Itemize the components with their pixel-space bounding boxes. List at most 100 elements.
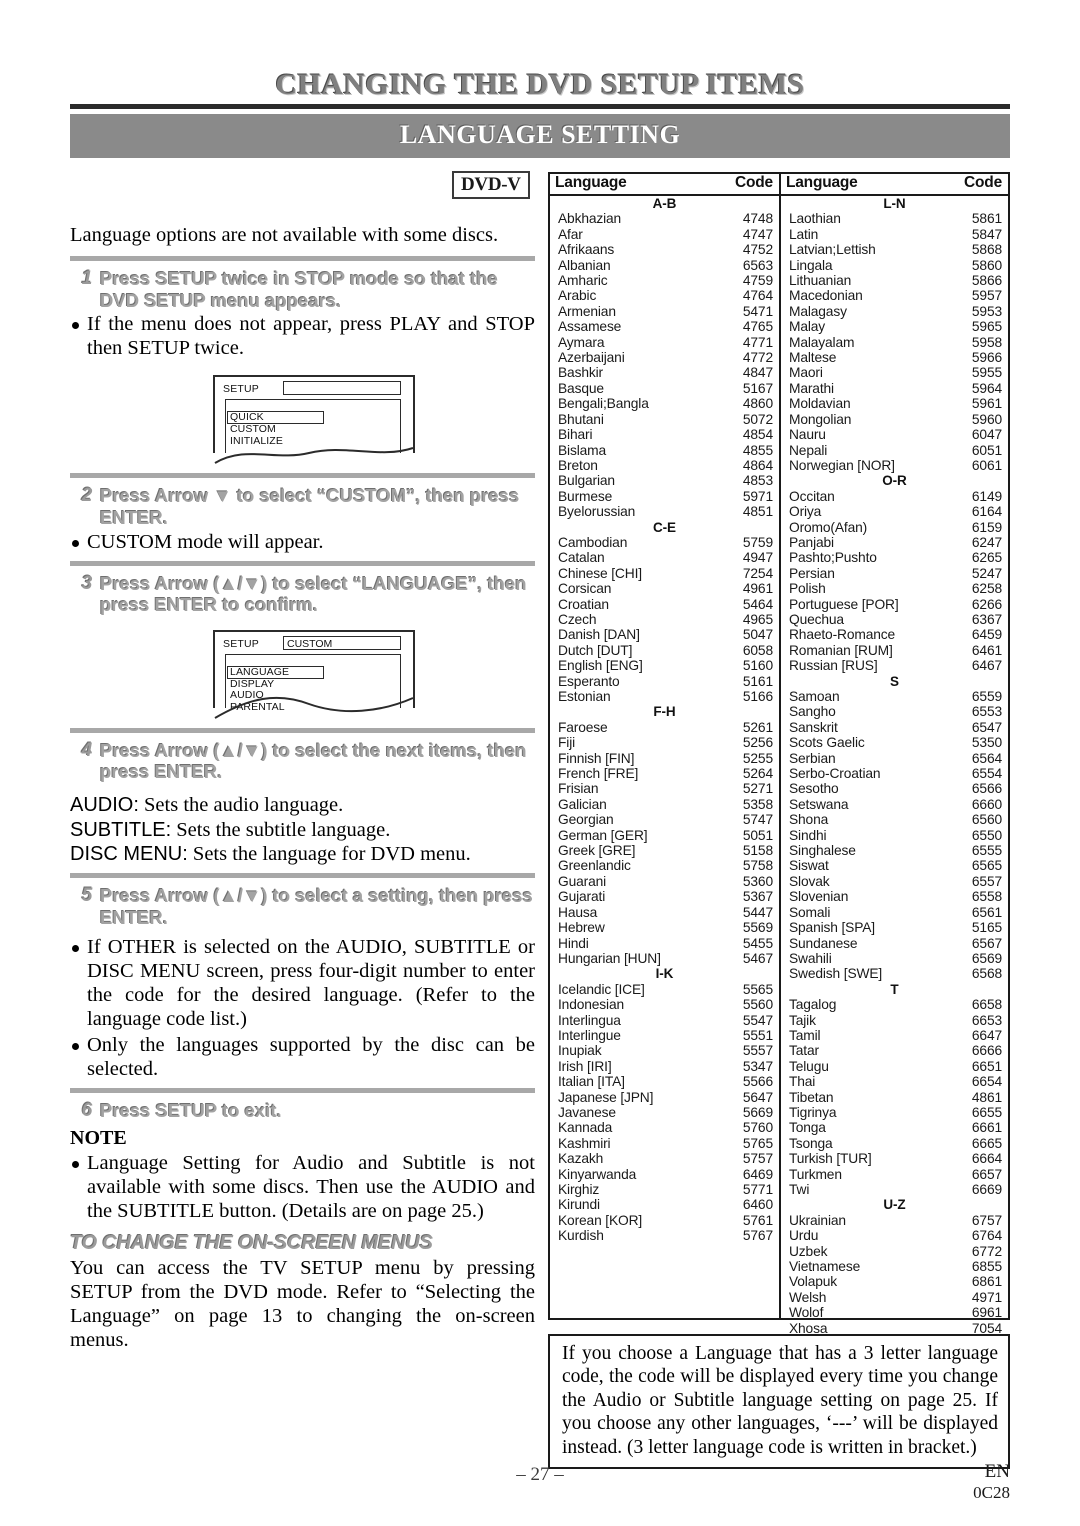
step-text: Press Arrow (▲/▼) to select “LANGUAGE”, …	[100, 572, 527, 616]
table-row: Norwegian [NOR] 6061	[787, 458, 1002, 473]
language-code: 6051	[971, 442, 1002, 458]
section-banner: LANGUAGE SETTING	[70, 114, 1010, 158]
language-name: Tatar	[788, 1043, 819, 1059]
table-column-2: Language Code L-N Laothian 5861 Latin 5847 La…	[778, 174, 1008, 1382]
table-row: Corsican 4961	[556, 581, 773, 596]
table-row: Sindhi 6550	[787, 828, 1002, 843]
language-name: Kirghiz	[558, 1182, 600, 1197]
language-name: Swahili	[788, 950, 832, 966]
language-name: Czech	[558, 611, 597, 627]
language-code: 6961	[971, 1305, 1002, 1321]
language-name: Siswat	[788, 858, 829, 874]
note-other-code: If OTHER is selected on the AUDIO, SUBTI…	[70, 936, 535, 1032]
language-name: Oromo(Afan)	[788, 519, 868, 535]
rule-divider	[70, 560, 535, 566]
table-row: Cambodian 5759	[556, 535, 773, 550]
table-row: Serbo-Croatian 6554	[787, 766, 1002, 781]
language-name: Polish	[788, 581, 826, 597]
language-code: 5868	[971, 242, 1002, 258]
table-row: Arabic 4764	[556, 288, 773, 303]
language-code: 6661	[971, 1120, 1002, 1136]
language-name: Sundanese	[788, 935, 858, 951]
table-row: Sesotho 6566	[787, 781, 1002, 796]
language-code: 5551	[742, 1027, 773, 1043]
torn-edge-wave	[214, 447, 414, 465]
language-code: 6258	[971, 581, 1002, 597]
language-name: Swedish [SWE]	[788, 966, 883, 982]
language-name: Korean [KOR]	[558, 1212, 643, 1228]
language-name: Panjabi	[788, 534, 834, 550]
language-name: Finnish [FIN]	[558, 750, 635, 766]
language-name: Thai	[788, 1074, 816, 1090]
language-code: 5960	[971, 411, 1002, 427]
language-name: Afrikaans	[558, 242, 615, 258]
table-row: Bulgarian 4853	[556, 473, 773, 488]
language-name: Tsonga	[788, 1135, 833, 1151]
language-name: Chinese [CHI]	[558, 565, 642, 581]
language-name: Bislama	[558, 442, 607, 458]
table-row: Samoan 6559	[787, 689, 1002, 704]
language-code: 4771	[742, 334, 773, 350]
definition-desc: Sets the audio language.	[144, 794, 344, 817]
language-code: 6654	[971, 1074, 1002, 1090]
table-group-label: O-R	[882, 473, 907, 489]
torn-edge-wave	[214, 696, 414, 719]
language-code: 6566	[971, 781, 1002, 797]
osd-header-value: CUSTOM	[287, 637, 333, 650]
language-code: 5964	[971, 380, 1002, 396]
table-row: Danish [DAN] 5047	[556, 627, 773, 642]
language-name: Slovak	[788, 873, 830, 889]
table-row: Sundanese 6567	[787, 936, 1002, 951]
table-row: Oromo(Afan) 6159	[787, 520, 1002, 535]
table-row: Hungarian [HUN] 5467	[556, 951, 773, 966]
table-row: Laothian 5861	[787, 211, 1002, 226]
language-name: Bengali;Bangla	[558, 396, 649, 412]
table-row: Maori 5955	[787, 365, 1002, 380]
table-row: Kirundi 6460	[556, 1197, 773, 1212]
language-name: Kannada	[558, 1120, 613, 1136]
step-text: Press SETUP to exit.	[100, 1100, 282, 1122]
language-name: Quechua	[788, 611, 844, 627]
language-code: 4860	[742, 396, 773, 412]
step-5: 5 Press Arrow (▲/▼) to select a setting,…	[70, 885, 535, 928]
table-row: Tagalog 6658	[787, 997, 1002, 1012]
language-code: 6563	[742, 257, 773, 273]
table-row: Slovenian 6558	[787, 889, 1002, 904]
step-1: 1 Press SETUP twice in STOP mode so that…	[70, 268, 535, 311]
table-row: Aymara 4771	[556, 335, 773, 350]
language-name: Afar	[558, 226, 583, 242]
language-code: 5961	[971, 396, 1002, 412]
table-row: English [ENG] 5160	[556, 658, 773, 673]
language-name: Marathi	[788, 380, 834, 396]
table-column-1: Language Code A-B Abkhazian 4748 Afar 4747 Af…	[550, 174, 779, 1318]
table-row: Portuguese [POR] 6266	[787, 597, 1002, 612]
note-heading: NOTE	[70, 1127, 127, 1150]
osd-diagram-custom: SETUP CUSTOM LANGUAGE DISPLAY AUDIO PARE…	[205, 629, 423, 722]
language-name: Serbo-Croatian	[788, 766, 881, 782]
language-code: 5966	[971, 350, 1002, 366]
language-name: Turkish [TUR]	[788, 1151, 872, 1167]
language-name: Lithuanian	[788, 273, 852, 289]
language-name: Cambodian	[558, 534, 628, 550]
language-code: 4961	[742, 581, 773, 597]
table-row: Telugu 6651	[787, 1059, 1002, 1074]
rule-divider	[70, 727, 535, 733]
table-row: Swedish [SWE] 6568	[787, 966, 1002, 981]
language-code: 5158	[742, 843, 773, 859]
language-code: 5761	[742, 1212, 773, 1228]
language-name: Hindi	[558, 935, 589, 951]
table-group-label: L-N	[883, 196, 906, 211]
table-group-label: I-K	[655, 966, 674, 982]
language-code: 6555	[971, 843, 1002, 859]
language-name: Inupiak	[558, 1043, 602, 1059]
language-name: Fiji	[558, 735, 576, 751]
language-name: Indonesian	[558, 997, 625, 1013]
language-code: 4765	[742, 319, 773, 335]
language-name: Telugu	[788, 1058, 829, 1074]
table-row: Greek [GRE] 5158	[556, 843, 773, 858]
table-row: Malagasy 5953	[787, 304, 1002, 319]
table-group-label: S	[890, 673, 899, 689]
language-code: 6666	[971, 1043, 1002, 1059]
language-code: 6047	[971, 427, 1002, 443]
language-code: 6058	[742, 642, 773, 658]
